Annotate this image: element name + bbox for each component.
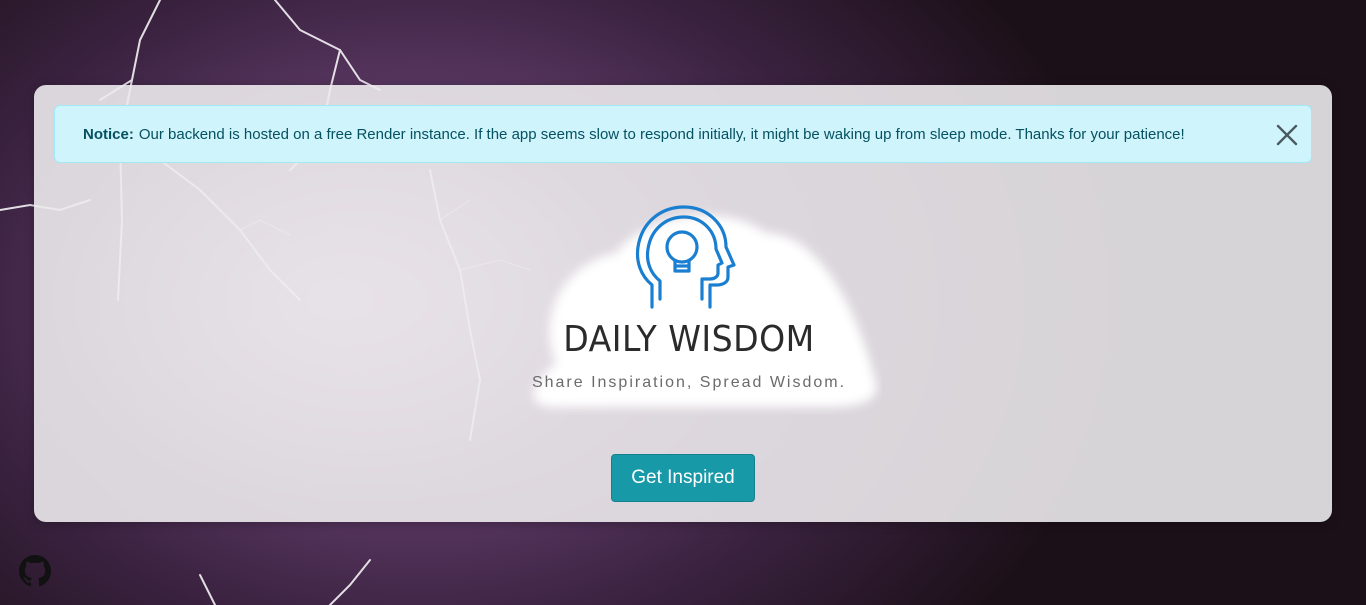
- get-inspired-button[interactable]: Get Inspired: [611, 454, 755, 502]
- head-lightbulb-icon: [635, 205, 736, 309]
- logo-title: DAILY WISDOM: [563, 319, 815, 360]
- notice-label: Notice:: [83, 125, 134, 143]
- logo-tagline: Share Inspiration, Spread Wisdom.: [531, 374, 847, 391]
- notice-alert: Notice: Our backend is hosted on a free …: [54, 105, 1312, 163]
- notice-message: Our backend is hosted on a free Render i…: [138, 125, 1185, 143]
- close-icon[interactable]: [1275, 123, 1299, 147]
- github-icon[interactable]: [19, 555, 51, 587]
- main-card: Notice: Our backend is hosted on a free …: [34, 85, 1332, 522]
